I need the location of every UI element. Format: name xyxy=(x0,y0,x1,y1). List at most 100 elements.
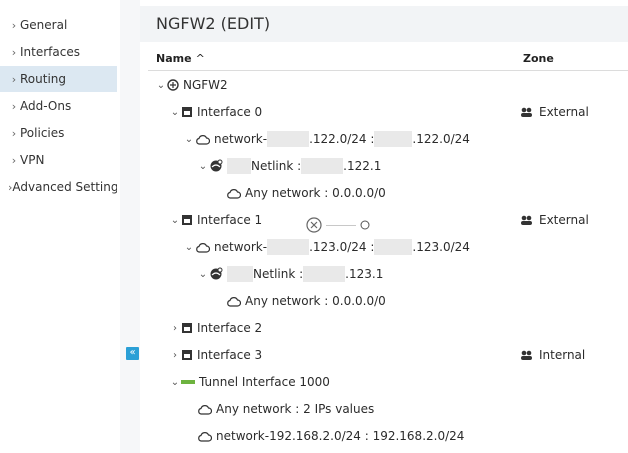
netlink-end: .123.1 xyxy=(345,267,384,281)
netlink-end: .122.1 xyxy=(343,159,382,173)
chevron-right-icon: › xyxy=(11,99,17,113)
firewall-icon xyxy=(167,79,179,91)
network-mid: .123.0/24 : xyxy=(309,240,375,254)
column-name-label: Name xyxy=(156,52,192,65)
node-label: Interface 3 xyxy=(197,348,263,362)
zone-cell: External xyxy=(520,210,589,230)
drag-connector[interactable] xyxy=(306,217,370,233)
redacted-block xyxy=(267,239,310,255)
redacted-block xyxy=(227,266,253,282)
tree-row-network[interactable]: ⌄ network- .123.0/24 : .123.0/24 xyxy=(183,237,470,257)
zone-label: Internal xyxy=(539,348,586,362)
tree-row-tunnel-interface[interactable]: ⌄ Tunnel Interface 1000 xyxy=(169,372,330,392)
chevron-down-icon[interactable]: ⌄ xyxy=(169,107,181,118)
tree-row-network[interactable]: ⌄ network- .122.0/24 : .122.0/24 xyxy=(183,129,470,149)
tree-row-interface-1[interactable]: ⌄ Interface 1 xyxy=(169,210,262,230)
sidebar-item-label: Routing xyxy=(20,72,67,86)
cloud-icon xyxy=(195,134,210,145)
column-header-zone[interactable]: Zone xyxy=(523,52,554,65)
chevron-down-icon[interactable]: ⌄ xyxy=(197,161,209,172)
page-title: NGFW2 (EDIT) xyxy=(140,6,628,42)
sidebar-item-vpn[interactable]: › VPN xyxy=(0,147,117,173)
sidebar-item-interfaces[interactable]: › Interfaces xyxy=(0,39,117,65)
collapse-sidebar-button[interactable]: « xyxy=(126,347,139,360)
interface-icon xyxy=(181,214,193,226)
netlink-icon xyxy=(209,267,223,281)
node-label: Interface 1 xyxy=(197,213,263,227)
table-header: Name ^ Zone xyxy=(148,48,628,71)
tree-row-interface-3[interactable]: › Interface 3 xyxy=(169,345,262,365)
redacted-block xyxy=(303,266,346,282)
redacted-block xyxy=(374,239,413,255)
chevron-right-icon: › xyxy=(11,18,17,32)
column-header-name[interactable]: Name ^ xyxy=(156,52,205,65)
network-prefix: network- xyxy=(214,132,268,146)
chevron-right-icon: › xyxy=(11,45,17,59)
chevron-right-icon: › xyxy=(11,126,17,140)
tree-row-netlink[interactable]: ⌄ Netlink : .123.1 xyxy=(197,264,383,284)
close-circle-icon[interactable] xyxy=(306,217,322,233)
sidebar-item-routing[interactable]: › Routing xyxy=(0,66,117,92)
sidebar-gutter xyxy=(120,0,140,453)
node-label: network-192.168.2.0/24 : 192.168.2.0/24 xyxy=(216,429,465,443)
sort-ascending-icon: ^ xyxy=(195,52,205,65)
chevron-right-icon: › xyxy=(11,153,17,167)
tree-row-interface-2[interactable]: › Interface 2 xyxy=(169,318,262,338)
zone-cell: Internal xyxy=(520,345,585,365)
redacted-block xyxy=(374,131,413,147)
chevron-right-icon[interactable]: › xyxy=(169,350,181,361)
node-label: Interface 2 xyxy=(197,321,263,335)
connector-line xyxy=(326,224,356,226)
tree-row-any-network[interactable]: Any network : 2 IPs values xyxy=(197,399,374,419)
cloud-icon xyxy=(197,431,212,442)
cloud-icon xyxy=(226,296,241,307)
cloud-icon xyxy=(226,188,241,199)
sidebar-item-advanced-setting[interactable]: › Advanced Setting xyxy=(0,174,117,200)
node-label: Any network : 0.0.0.0/0 xyxy=(245,294,386,308)
sidebar-item-label: Advanced Setting xyxy=(12,180,117,194)
cloud-icon xyxy=(195,242,210,253)
chevron-down-icon[interactable]: ⌄ xyxy=(155,80,167,91)
sidebar-item-general[interactable]: › General xyxy=(0,12,117,38)
sidebar-item-policies[interactable]: › Policies xyxy=(0,120,117,146)
chevron-right-icon[interactable]: › xyxy=(169,323,181,334)
sidebar-item-label: Add-Ons xyxy=(20,99,72,113)
chevron-down-icon[interactable]: ⌄ xyxy=(183,134,195,145)
tree-row-netlink[interactable]: ⌄ Netlink : .122.1 xyxy=(197,156,381,176)
chevron-right-icon: › xyxy=(11,72,17,86)
sidebar-item-label: General xyxy=(20,18,68,32)
network-prefix: network- xyxy=(214,240,268,254)
zone-icon xyxy=(520,214,533,226)
redacted-block xyxy=(301,158,344,174)
chevron-down-icon[interactable]: ⌄ xyxy=(169,377,181,388)
handle-circle-icon[interactable] xyxy=(360,220,370,230)
chevron-down-icon[interactable]: ⌄ xyxy=(169,215,181,226)
tree-row-any-network[interactable]: Any network : 0.0.0.0/0 xyxy=(226,291,386,311)
tree-row-interface-0[interactable]: ⌄ Interface 0 xyxy=(169,102,262,122)
zone-icon xyxy=(520,106,533,118)
tree-row-any-network[interactable]: Any network : 0.0.0.0/0 xyxy=(226,183,386,203)
netlink-label: Netlink : xyxy=(251,159,302,173)
zone-label: External xyxy=(539,105,589,119)
node-label: Any network : 0.0.0.0/0 xyxy=(245,186,386,200)
interface-icon xyxy=(181,349,193,361)
chevron-down-icon[interactable]: ⌄ xyxy=(183,242,195,253)
zone-label: External xyxy=(539,213,589,227)
sidebar-item-add-ons[interactable]: › Add-Ons xyxy=(0,93,117,119)
sidebar-item-label: Interfaces xyxy=(20,45,80,59)
zone-cell: External xyxy=(520,102,589,122)
netlink-icon xyxy=(209,159,223,173)
interface-icon xyxy=(181,322,193,334)
tree-row-network[interactable]: network-192.168.2.0/24 : 192.168.2.0/24 xyxy=(197,426,464,446)
netlink-label: Netlink : xyxy=(253,267,304,281)
node-label: NGFW2 xyxy=(183,78,228,92)
interface-icon xyxy=(181,106,193,118)
network-end: .122.0/24 xyxy=(412,132,470,146)
tree-row-root[interactable]: ⌄ NGFW2 xyxy=(155,75,228,95)
tunnel-icon xyxy=(181,379,195,385)
chevron-down-icon[interactable]: ⌄ xyxy=(197,269,209,280)
redacted-block xyxy=(267,131,310,147)
sidebar: › General › Interfaces › Routing › Add-Ons ›… xyxy=(0,0,120,453)
sidebar-item-label: VPN xyxy=(20,153,45,167)
node-label: Tunnel Interface 1000 xyxy=(199,375,330,389)
